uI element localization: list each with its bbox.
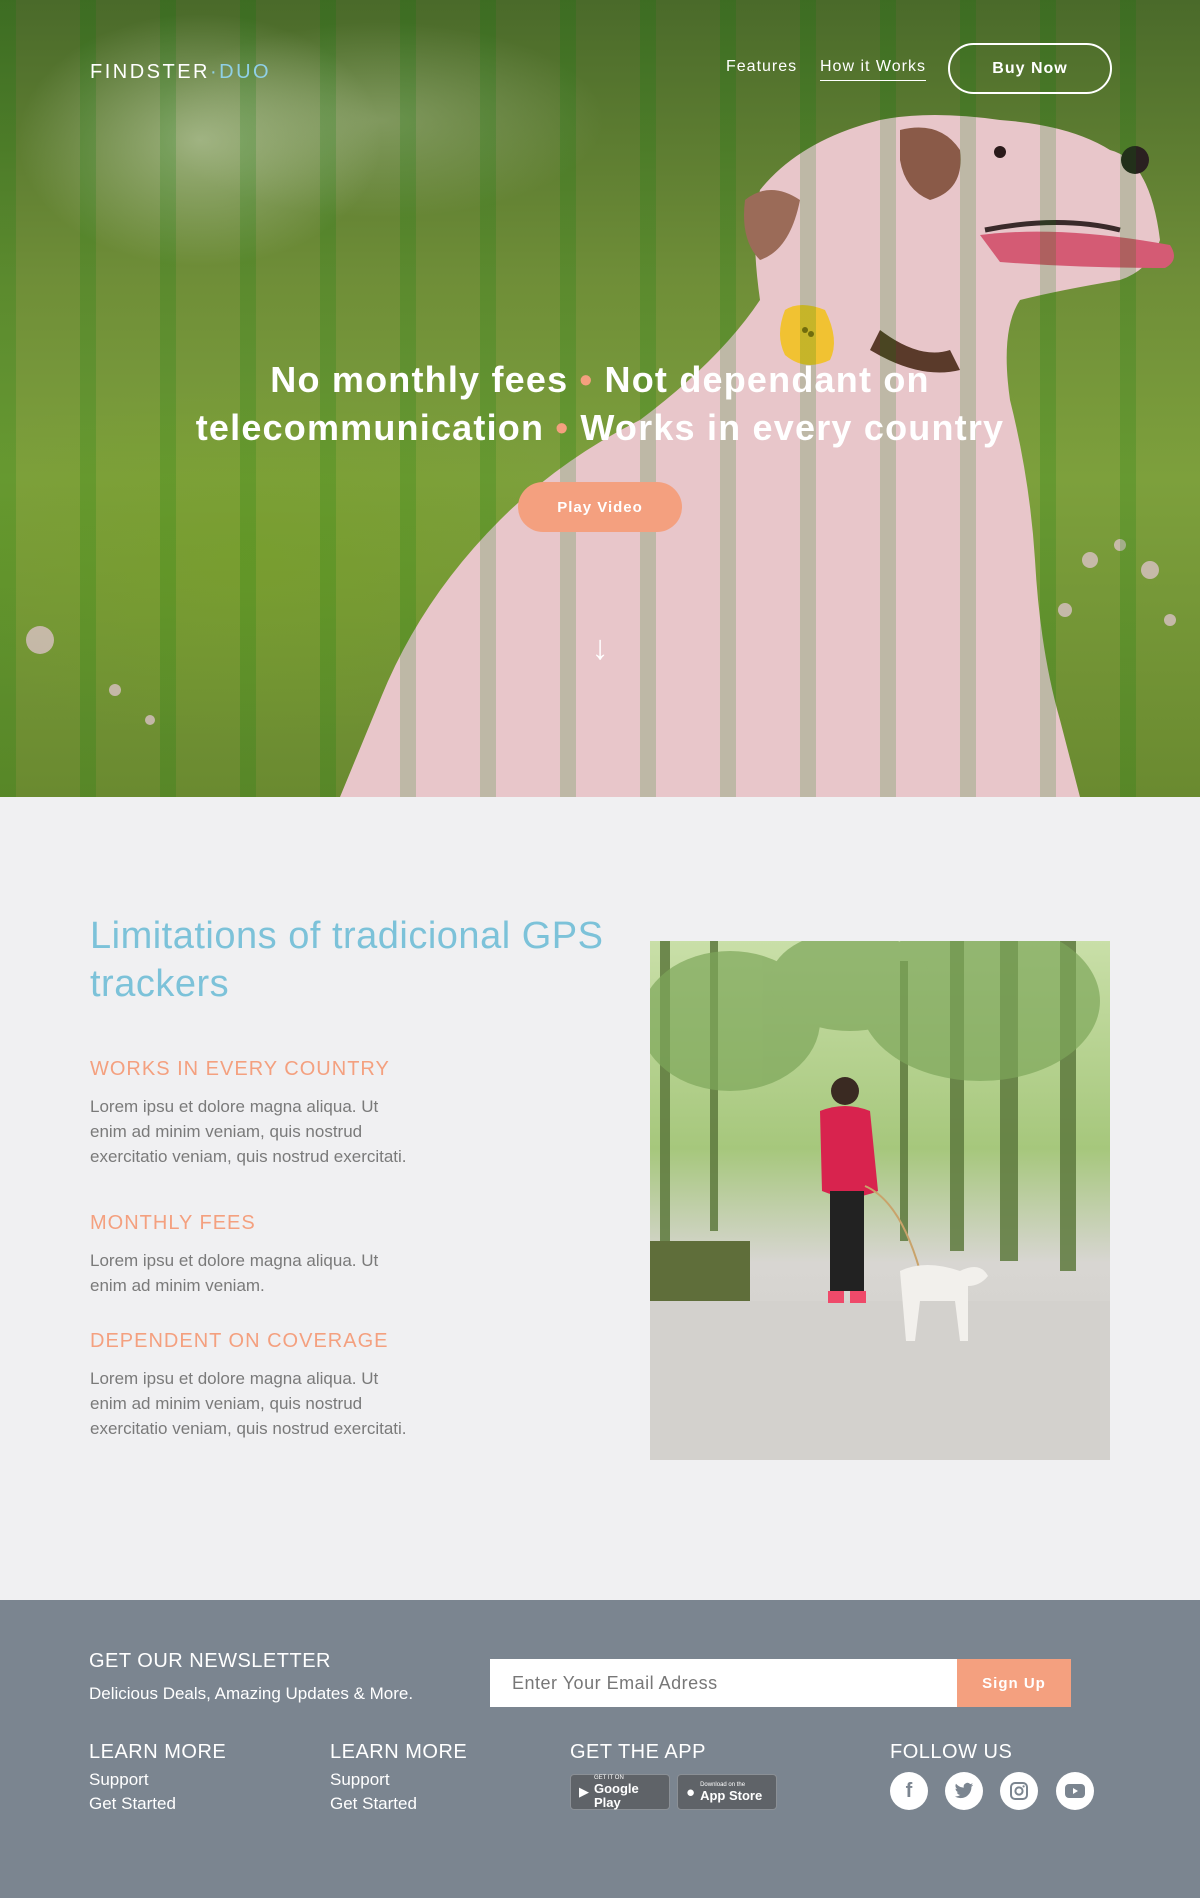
section-title: Limitations of tradicional GPS trackers <box>90 915 604 1005</box>
instagram-icon[interactable] <box>1000 1772 1038 1810</box>
get-started-link-2[interactable]: Get Started <box>330 1794 417 1814</box>
brand-name-part2: DUO <box>219 61 272 83</box>
get-started-link-1[interactable]: Get Started <box>89 1794 176 1814</box>
hero-headline: No monthly fees • Not dependant on telec… <box>150 356 1050 452</box>
support-link-1[interactable]: Support <box>89 1770 149 1790</box>
feature-text-1: Lorem ipsu et dolore magna aliqua. Ut en… <box>90 1097 407 1166</box>
hero-section: FINDSTER·DUO Features How it Works Buy N… <box>0 0 1200 797</box>
learn-more-heading-2: LEARN MORE <box>330 1741 468 1763</box>
hero-bullet: • <box>555 407 570 448</box>
woman-walking-dog-photo <box>650 941 1110 1460</box>
app-store-badge[interactable]: ● Download on the App Store <box>677 1774 777 1810</box>
get-app-heading: GET THE APP <box>570 1741 706 1763</box>
follow-us-heading: FOLLOW US <box>890 1741 1013 1763</box>
newsletter-subtitle: Delicious Deals, Amazing Updates & More. <box>89 1684 414 1703</box>
support-link-2[interactable]: Support <box>330 1770 390 1790</box>
feature-text-2: Lorem ipsu et dolore magna aliqua. Ut en… <box>90 1251 379 1295</box>
twitter-icon[interactable] <box>945 1772 983 1810</box>
brand-name-part1: FINDSTER <box>90 61 210 83</box>
sign-up-button[interactable]: Sign Up <box>957 1659 1071 1707</box>
apple-icon: ● <box>686 1783 696 1801</box>
brand-logo[interactable]: FINDSTER·DUO <box>90 61 271 84</box>
facebook-icon[interactable]: f <box>890 1772 928 1810</box>
newsletter-heading: GET OUR NEWSLETTER <box>89 1650 331 1672</box>
hero-feature-3: Works in every country <box>580 407 1005 448</box>
buy-now-button[interactable]: Buy Now <box>948 43 1112 94</box>
google-play-label: Google Play <box>594 1780 639 1810</box>
nav-features[interactable]: Features <box>726 58 797 76</box>
scroll-down-arrow-icon[interactable]: ↓ <box>587 628 613 668</box>
email-input[interactable] <box>490 1659 957 1707</box>
hero-feature-2b: telecommunication <box>195 407 545 448</box>
google-play-badge[interactable]: ▶ GET IT ON Google Play <box>570 1774 670 1810</box>
feature-heading-1: WORKS IN EVERY COUNTRY <box>90 1058 390 1080</box>
hero-bullet: • <box>579 359 594 400</box>
brand-separator: · <box>210 61 220 83</box>
hero-feature-2a: Not dependant on <box>604 359 930 400</box>
google-play-icon: ▶ <box>579 1784 589 1799</box>
footer: GET OUR NEWSLETTER Delicious Deals, Amaz… <box>0 1600 1200 1898</box>
feature-text-3: Lorem ipsu et dolore magna aliqua. Ut en… <box>90 1369 407 1438</box>
feature-heading-2: MONTHLY FEES <box>90 1212 256 1234</box>
hero-feature-1: No monthly fees <box>270 359 569 400</box>
feature-heading-3: DEPENDENT ON COVERAGE <box>90 1330 389 1352</box>
play-video-button[interactable]: Play Video <box>518 482 682 532</box>
learn-more-heading-1: LEARN MORE <box>89 1741 227 1763</box>
nav-how-it-works[interactable]: How it Works <box>820 58 926 81</box>
youtube-icon[interactable] <box>1056 1772 1094 1810</box>
app-store-label: App Store <box>700 1787 763 1803</box>
